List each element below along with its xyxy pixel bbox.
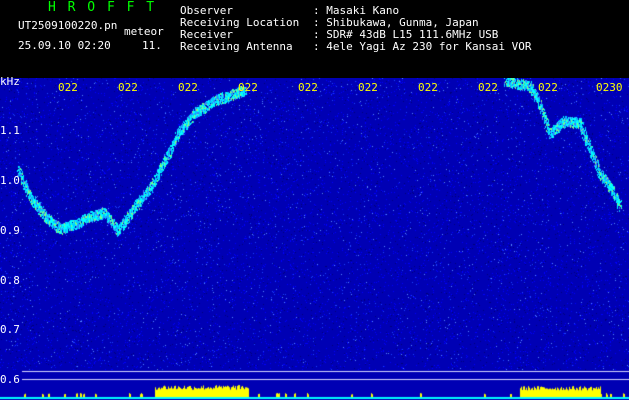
y-tick-label: 1.1 [0,124,20,137]
x-tick-label: 022 [58,81,78,94]
receiver-label: Receiver [180,28,233,41]
app-title: H R O F F T [48,0,157,15]
datetime: 25.09.10 02:20 [18,39,111,52]
y-unit-label: kHz [0,75,20,88]
hroft-window: H R O F F T UT2509100220.pn meteor 25.09… [0,0,629,400]
location-label: Receiving Location [180,16,300,29]
x-tick-label: 022 [358,81,378,94]
x-tick-label: 022 [478,81,498,94]
receiver-value: : SDR# 43dB L15 111.6MHz USB [313,28,499,41]
x-tick-label: 022 [418,81,438,94]
x-tick-label: 0230 [596,81,623,94]
y-tick-label: 0.8 [0,274,20,287]
antenna-value: : 4ele Yagi Az 230 for Kansai VOR [313,40,532,53]
x-tick-label: 022 [238,81,258,94]
x-tick-label: 022 [538,81,558,94]
detection-count: 11. [142,39,162,52]
antenna-label: Receiving Antenna [180,40,293,53]
y-tick-label: 0.9 [0,224,20,237]
x-tick-label: 022 [298,81,318,94]
location-value: : Shibukawa, Gunma, Japan [313,16,479,29]
filename-suffix: meteor [124,25,164,38]
x-tick-label: 022 [118,81,138,94]
filename: UT2509100220.pn [18,19,118,32]
y-tick-label: 0.7 [0,323,20,336]
y-tick-label: 0.6 [0,373,20,386]
observer-value: : Masaki Kano [313,4,400,17]
x-tick-label: 022 [178,81,198,94]
observer-label: Observer [180,4,233,17]
spectrogram-plot [0,78,629,400]
y-tick-label: 1.0 [0,174,20,187]
